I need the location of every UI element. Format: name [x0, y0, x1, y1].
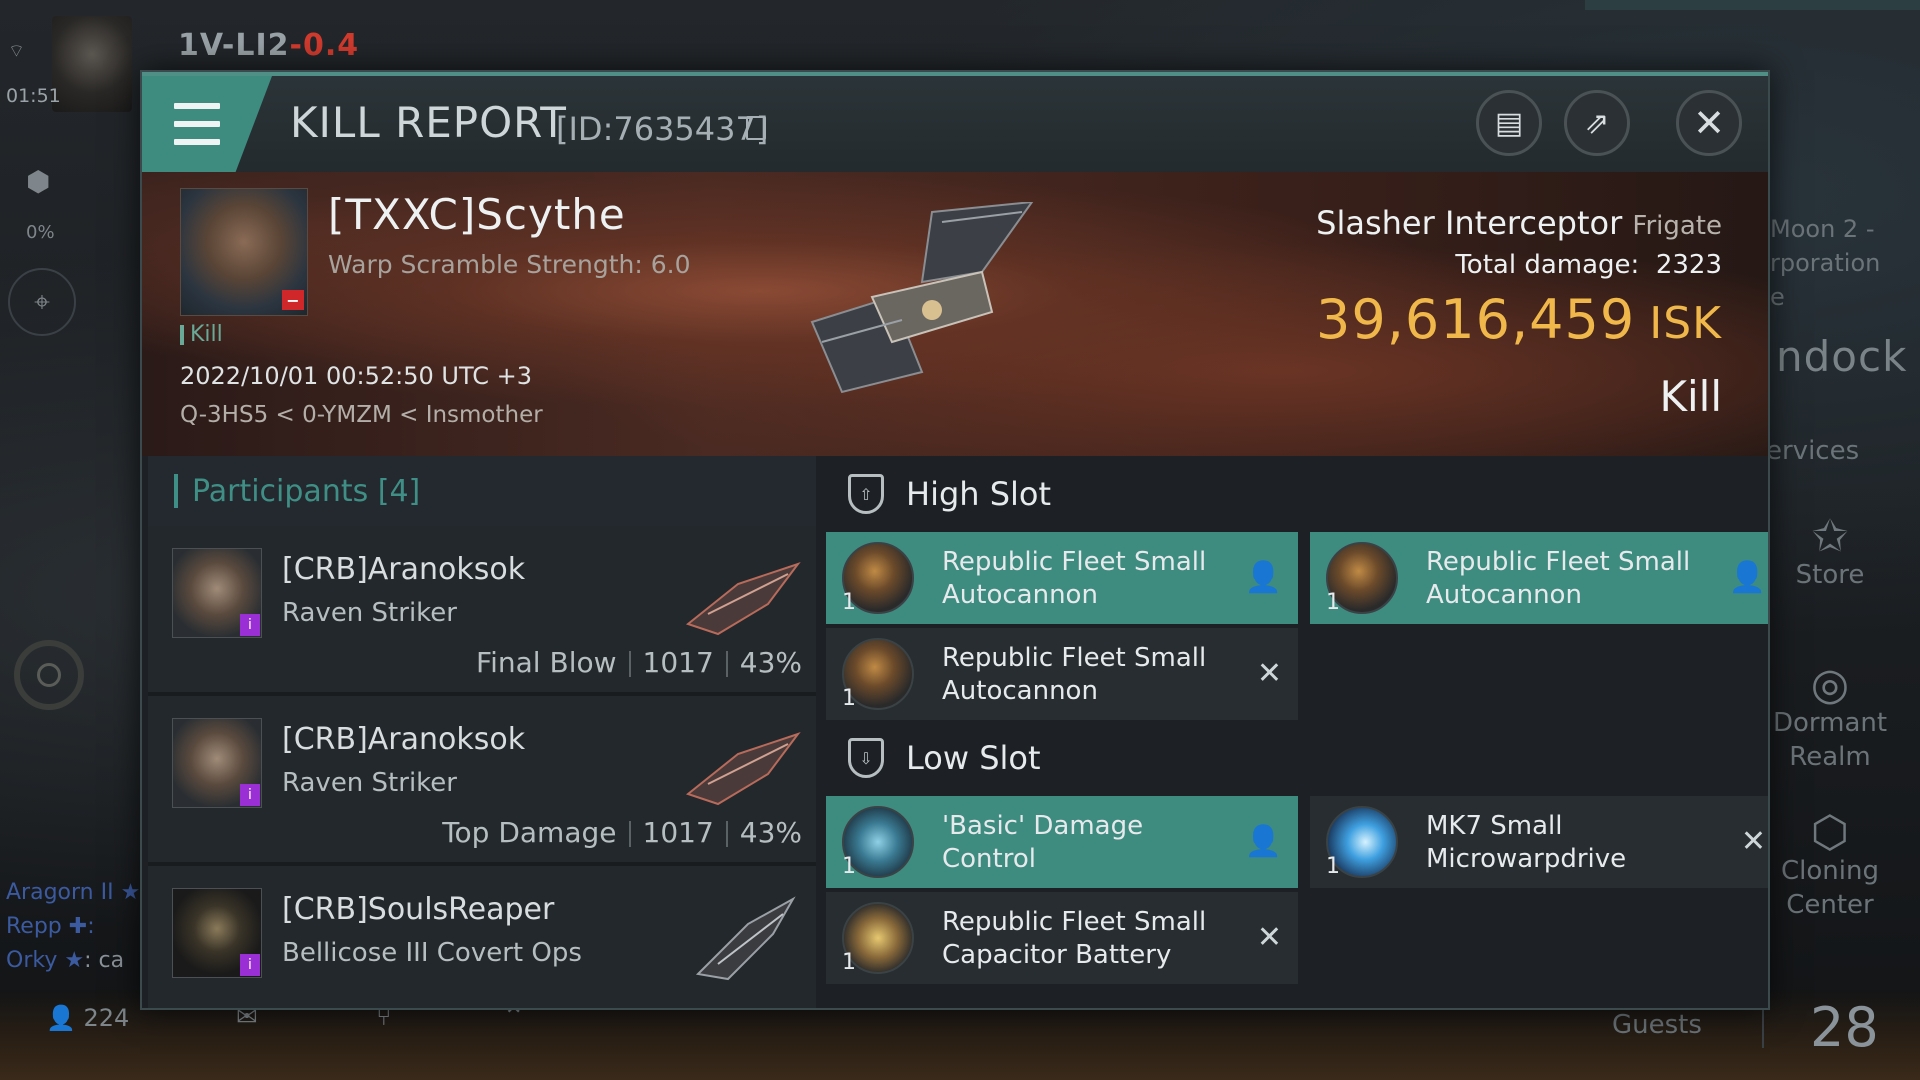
participant-name: [CRB]Aranoksok — [282, 552, 526, 587]
high-slot-modules: 1 Republic Fleet Small Autocannon 👤 1 Re… — [822, 532, 1768, 720]
chat-line: Aragorn II ★ — [6, 880, 141, 905]
system-name: 1V-LI2 — [178, 28, 290, 63]
ship-name[interactable]: Slasher Interceptor Frigate — [1316, 204, 1722, 242]
participant-stats: Top Damage 1017 43% — [442, 816, 802, 849]
dropped-person-icon: 👤 — [1728, 560, 1766, 595]
system-security: -0.4 — [289, 28, 360, 63]
low-slot-header: ⇩ Low Slot — [822, 720, 1768, 796]
module-item[interactable]: 1 Republic Fleet Small Autocannon ✕ — [826, 628, 1298, 720]
empty-slot — [1310, 628, 1768, 720]
destroyed-x-icon: ✕ — [1740, 824, 1766, 859]
corp-badge-icon: i — [240, 784, 260, 806]
top-right-bar — [1585, 0, 1920, 10]
victim-name[interactable]: [TXXC]Scythe — [328, 190, 626, 239]
current-system[interactable]: 1V-LI2-0.4 — [178, 28, 359, 63]
report-document-button[interactable]: ▤ — [1476, 90, 1542, 156]
participants-header[interactable]: Participants [4] — [148, 456, 816, 526]
total-damage: Total damage: 2323 — [1455, 250, 1722, 280]
services-label: ervices — [1766, 436, 1860, 466]
target-reticle-icon[interactable] — [14, 640, 84, 710]
fitting-panel: ⇧ High Slot 1 Republic Fleet Small Autoc… — [822, 456, 1768, 1008]
cargo-percent: 0% — [26, 222, 55, 243]
low-slot-modules: 1 'Basic' Damage Control 👤 1 MK7 Small M… — [822, 796, 1768, 984]
dormant-realm-button[interactable]: ◎ Dormant Realm — [1760, 659, 1900, 774]
kill-report-window: KILL REPORT [ID:7635437] ▤ ⇗ ✕ − [TXXC]S… — [140, 70, 1770, 1010]
corp-badge-icon: i — [240, 954, 260, 976]
participants-panel: Participants [4] i [CRB]Aranoksok Raven … — [148, 456, 816, 1008]
station-name: Moon 2 - rporation e — [1770, 215, 1881, 311]
low-slot-shield-icon: ⇩ — [848, 738, 884, 778]
document-icon: ▤ — [1494, 105, 1524, 141]
destroyed-x-icon: ✕ — [1256, 920, 1282, 955]
cloning-center-icon: ⬡ — [1810, 807, 1850, 858]
divider — [1762, 1008, 1764, 1048]
player-avatar[interactable] — [52, 16, 132, 112]
store-button[interactable]: ✩ Store — [1760, 511, 1900, 592]
wifi-icon: ⌔ — [8, 41, 25, 62]
hamburger-menu-icon — [174, 97, 220, 151]
participant-row[interactable]: i [CRB]SoulsReaper Bellicose III Covert … — [148, 866, 816, 1008]
share-button[interactable]: ⇗ — [1564, 90, 1630, 156]
window-title: KILL REPORT — [290, 98, 567, 147]
dropped-person-icon: 👤 — [1244, 824, 1282, 859]
kill-status: Kill — [1659, 372, 1722, 421]
warp-scramble-strength: Warp Scramble Strength: 6.0 — [328, 250, 691, 279]
participant-ship: Bellicose III Covert Ops — [282, 938, 582, 968]
share-external-icon: ⇗ — [1584, 105, 1610, 141]
guests-count: 28 — [1810, 996, 1879, 1059]
participant-name: [CRB]Aranoksok — [282, 722, 526, 757]
hostile-standing-icon: − — [282, 290, 304, 310]
participant-ship-image — [685, 562, 801, 636]
kill-date: 2022/10/01 00:52:50 UTC +3 — [180, 362, 532, 390]
undock-button[interactable]: ndock — [1776, 332, 1907, 381]
module-item[interactable]: 1 Republic Fleet Small Capacitor Battery… — [826, 892, 1298, 984]
participant-name: [CRB]SoulsReaper — [282, 892, 555, 927]
high-slot-shield-icon: ⇧ — [848, 474, 884, 514]
chat-line: Repp ✚: — [6, 914, 95, 939]
participant-row[interactable]: i [CRB]Aranoksok Raven Striker Top Damag… — [148, 696, 816, 866]
participant-row[interactable]: i [CRB]Aranoksok Raven Striker Final Blo… — [148, 526, 816, 696]
location-pin-icon[interactable]: ⌖ — [8, 268, 76, 336]
dormant-realm-icon: ◎ — [1810, 659, 1850, 710]
module-item[interactable]: 1 Republic Fleet Small Autocannon 👤 — [826, 532, 1298, 624]
clock-time: 01:51 — [6, 85, 61, 107]
module-item[interactable]: 1 Republic Fleet Small Autocannon 👤 — [1310, 532, 1768, 624]
kill-location[interactable]: Q-3HS5 < 0-YMZM < Insmother — [180, 402, 543, 428]
kill-tag: Kill — [180, 322, 223, 347]
destroyed-x-icon: ✕ — [1256, 656, 1282, 691]
corp-badge-icon: i — [240, 614, 260, 636]
copy-icon[interactable] — [746, 116, 766, 140]
chat-line: Orky ★: ca — [6, 948, 125, 973]
guests-label[interactable]: Guests — [1612, 1010, 1702, 1040]
report-id: [ID:7635437] — [556, 110, 769, 148]
cloning-center-button[interactable]: ⬡ Cloning Center — [1760, 807, 1900, 922]
store-star-icon: ✩ — [1811, 511, 1849, 562]
participant-stats: Final Blow 1017 43% — [476, 646, 802, 679]
victim-summary: − [TXXC]Scythe Warp Scramble Strength: 6… — [142, 172, 1768, 456]
window-titlebar: KILL REPORT [ID:7635437] ▤ ⇗ ✕ — [142, 72, 1768, 176]
high-slot-header: ⇧ High Slot — [822, 456, 1768, 532]
close-icon: ✕ — [1693, 101, 1725, 145]
participant-ship-image — [685, 732, 801, 806]
victim-ship-image — [810, 202, 1034, 394]
isk-value: 39,616,459 ISK — [1316, 288, 1722, 351]
dropped-person-icon: 👤 — [1244, 560, 1282, 595]
chat-preview[interactable]: Aragorn II ★ Repp ✚: Orky ★: ca — [6, 876, 140, 978]
module-item[interactable]: 1 'Basic' Damage Control 👤 — [826, 796, 1298, 888]
close-button[interactable]: ✕ — [1676, 90, 1742, 156]
menu-button[interactable] — [142, 76, 272, 172]
empty-slot — [1310, 892, 1768, 984]
participant-ship: Raven Striker — [282, 768, 457, 798]
cargo-cube-icon[interactable]: ⬢ — [26, 165, 50, 198]
participant-ship-image — [695, 896, 796, 981]
module-item[interactable]: 1 MK7 Small Microwarpdrive ✕ — [1310, 796, 1768, 888]
online-players[interactable]: 👤 224 — [46, 1004, 129, 1032]
participant-ship: Raven Striker — [282, 598, 457, 628]
